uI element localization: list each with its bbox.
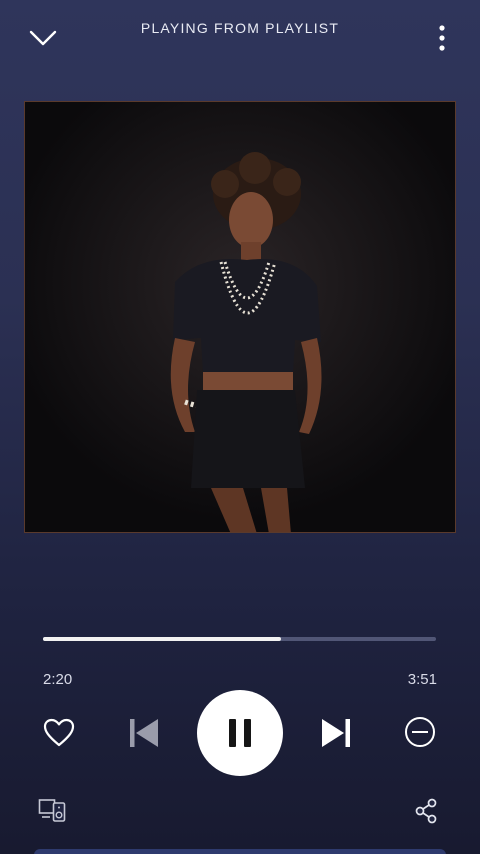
mini-panel-edge	[34, 849, 446, 854]
pause-icon	[229, 719, 251, 747]
elapsed-time: 2:20	[43, 671, 73, 688]
progress-bar[interactable]	[43, 637, 436, 641]
more-vertical-icon[interactable]	[432, 22, 452, 54]
skip-next-icon[interactable]	[318, 716, 354, 750]
heart-icon[interactable]	[42, 717, 76, 749]
playing-from-label: PLAYING FROM PLAYLIST	[140, 20, 340, 36]
share-icon[interactable]	[413, 797, 439, 825]
pause-button[interactable]	[197, 690, 283, 776]
total-duration: 3:51	[407, 671, 437, 688]
now-playing-screen: PLAYING FROM PLAYLIST 2:20 3:51	[0, 0, 480, 854]
minus-circle-icon[interactable]	[402, 714, 438, 750]
skip-previous-icon[interactable]	[126, 716, 162, 750]
album-cover-photo	[25, 102, 455, 532]
connect-devices-icon[interactable]	[38, 798, 68, 824]
album-artwork	[24, 101, 456, 533]
progress-fill	[43, 637, 282, 641]
top-bar: PLAYING FROM PLAYLIST	[0, 0, 480, 80]
